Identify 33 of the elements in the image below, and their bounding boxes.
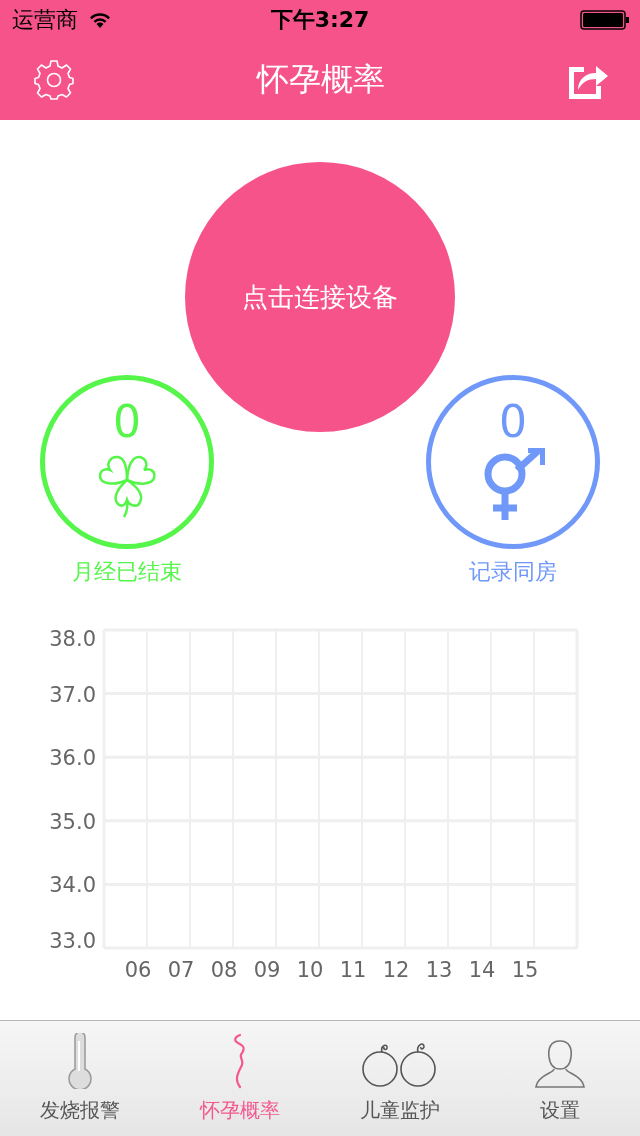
counter-label: 月经已结束: [72, 558, 182, 586]
x-axis-label: 15: [511, 958, 539, 982]
tab-item[interactable]: 设置: [480, 1021, 640, 1136]
x-axis-label: 10: [296, 958, 324, 982]
tab-item[interactable]: 发烧报警: [0, 1021, 160, 1136]
x-axis-label: 14: [468, 958, 496, 982]
count-value: 0: [113, 398, 141, 446]
carrier-name: 运营商: [12, 6, 78, 34]
status-time: 下午3:27: [269, 6, 371, 34]
x-axis-label: 08: [210, 958, 238, 982]
battery-icon: [580, 10, 630, 30]
person-icon: [534, 1039, 586, 1089]
y-axis-label: 38.0: [49, 627, 96, 651]
tab-item[interactable]: 儿童监护: [320, 1021, 480, 1136]
x-axis-label: 09: [253, 958, 281, 982]
connect-device-button[interactable]: 点击连接设备: [185, 162, 455, 432]
count-value: 0: [499, 398, 527, 446]
y-axis-label: 34.0: [49, 873, 96, 898]
tab-item[interactable]: 怀孕概率: [160, 1021, 320, 1136]
screen-title: 怀孕概率: [257, 59, 385, 100]
counter-label: 记录同房: [469, 558, 557, 586]
y-axis-label: 36.0: [49, 746, 96, 771]
x-axis-label: 07: [167, 958, 195, 982]
x-axis-label: 12: [382, 958, 410, 982]
wifi-icon: [88, 11, 112, 29]
x-axis-label: 13: [425, 958, 453, 982]
settings-icon[interactable]: [32, 58, 76, 102]
y-axis-label: 37.0: [49, 682, 96, 707]
y-axis-label: 35.0: [49, 809, 96, 834]
x-axis-label: 06: [124, 958, 152, 982]
x-axis-label: 11: [339, 958, 367, 982]
counter-button[interactable]: 0: [426, 375, 600, 549]
y-axis-label: 33.0: [49, 929, 96, 953]
